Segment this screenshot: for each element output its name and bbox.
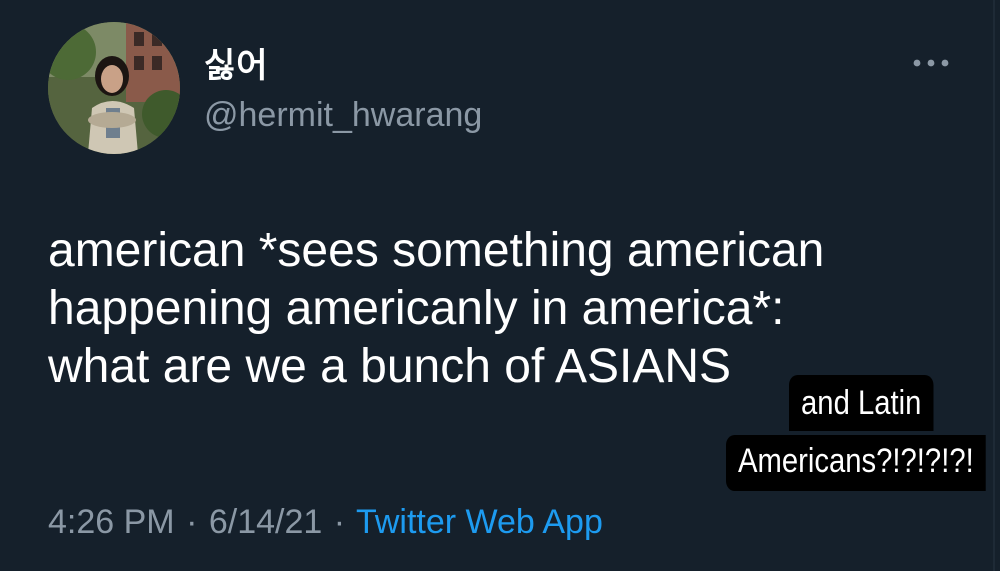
more-horizontal-icon[interactable] (907, 48, 955, 78)
tweet-source-link[interactable]: Twitter Web App (356, 503, 603, 541)
tweet-screen: 싫어 @hermit_hwarang american *sees someth… (0, 0, 1000, 571)
avatar[interactable] (48, 22, 180, 154)
separator-dot: · (186, 503, 198, 541)
tweet-date[interactable]: 6/14/21 (209, 503, 322, 541)
display-name[interactable]: 싫어 (204, 38, 269, 87)
user-handle[interactable]: @hermit_hwarang (204, 96, 482, 135)
caption-overlay-line-1: and Latin (789, 375, 934, 431)
tweet-text-line: american *sees something american (48, 224, 825, 277)
separator-dot: · (333, 503, 346, 541)
divider (993, 0, 995, 571)
tweet-metadata: 4:26 PM · 6/14/21 · Twitter Web App (48, 503, 603, 542)
tweet-text-line: happening americanly in america*: (48, 282, 785, 335)
caption-overlay-line-2: Americans?!?!?!?! (726, 435, 986, 491)
avatar-image (48, 22, 180, 154)
tweet-text: american *sees something american happen… (48, 222, 948, 396)
tweet-time[interactable]: 4:26 PM (48, 503, 175, 541)
